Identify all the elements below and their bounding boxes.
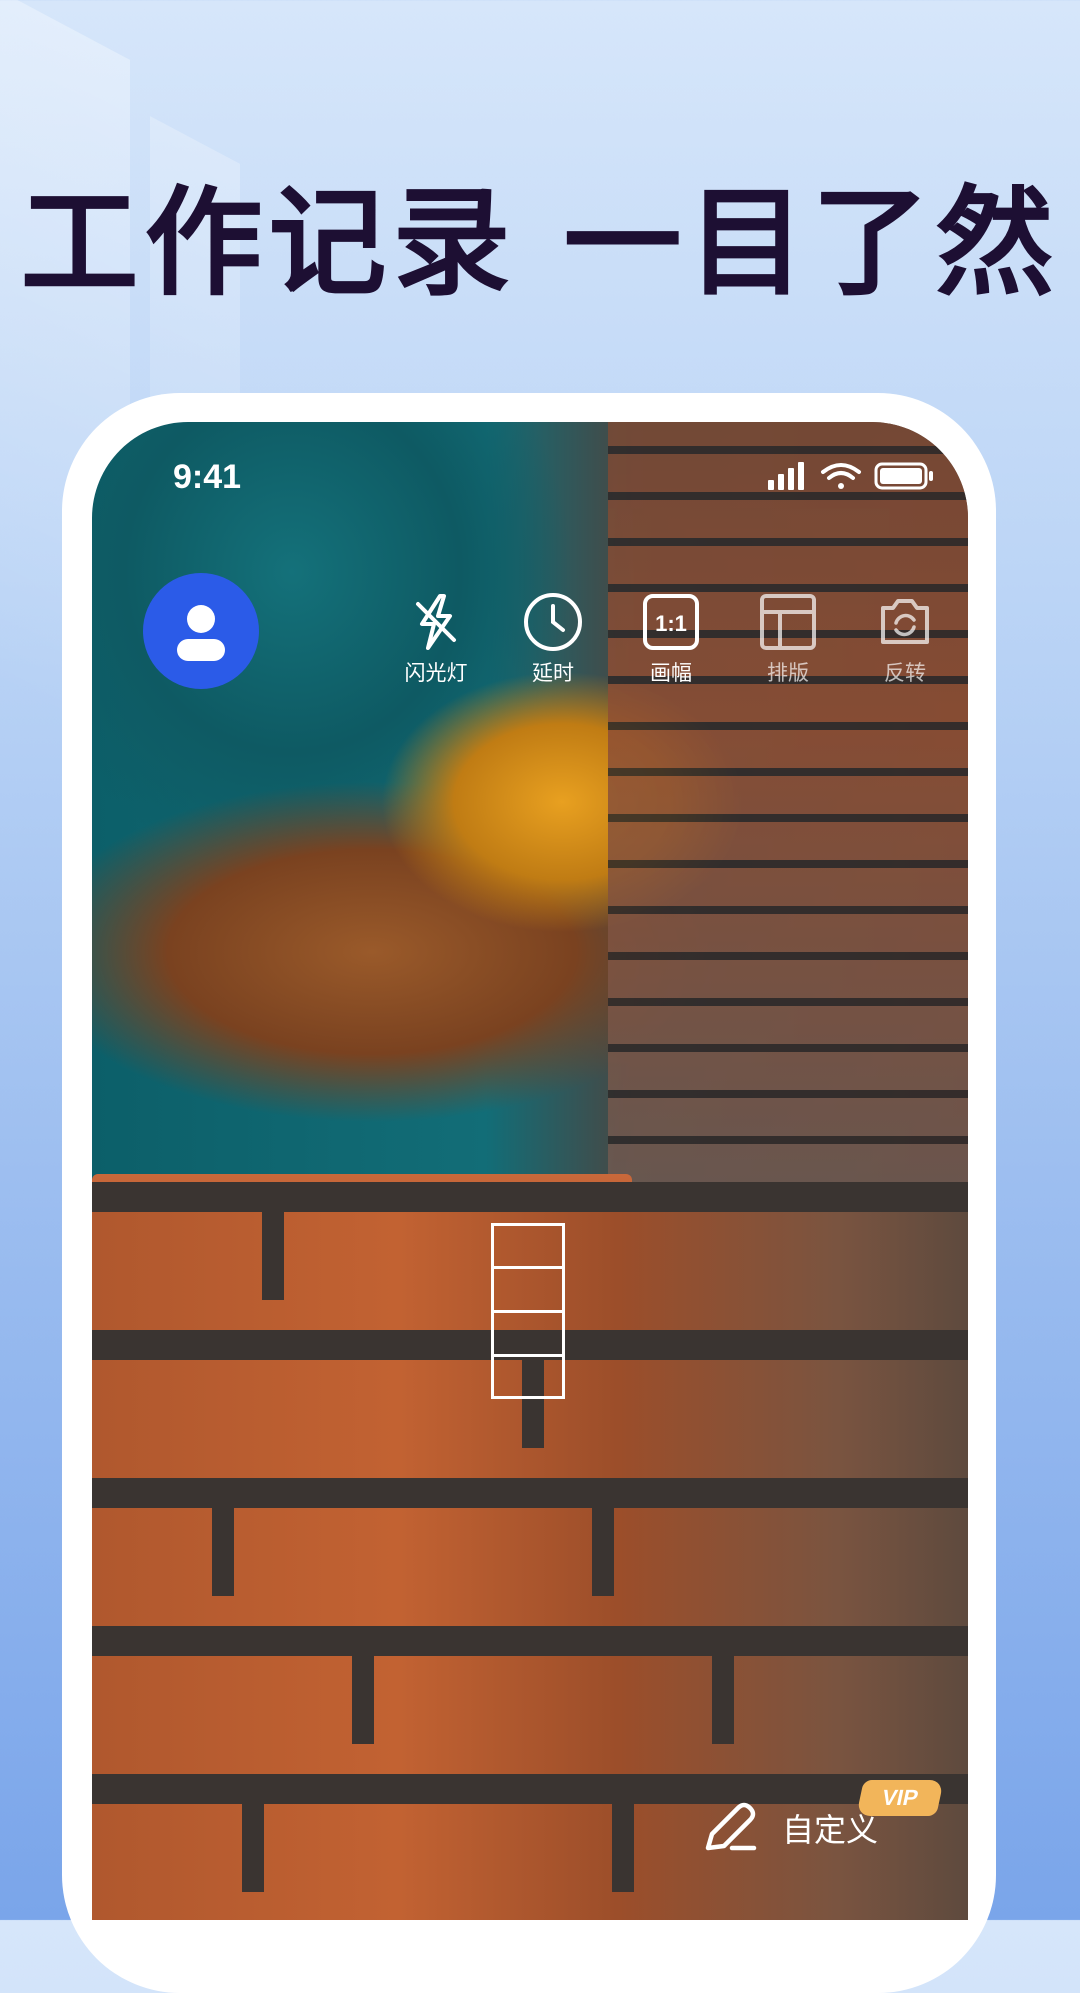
svg-text:1:1: 1:1 [655, 611, 687, 636]
level-indicator [491, 1223, 565, 1399]
flip-camera-icon [881, 599, 929, 644]
flash-button[interactable]: 闪光灯 [386, 590, 486, 700]
pen-icon [705, 1802, 757, 1851]
aspect-ratio-label: 画幅 [650, 661, 692, 685]
avatar-button[interactable] [143, 573, 259, 689]
flash-icon [416, 594, 456, 650]
cellular-signal-icon [768, 462, 804, 490]
user-avatar-icon [177, 605, 225, 661]
flip-camera-button[interactable]: 反转 [855, 590, 955, 700]
aspect-ratio-button[interactable]: 1:1 画幅 [621, 590, 721, 700]
flip-camera-label: 反转 [884, 661, 926, 685]
headline: 工作记录 一目了然 [20, 174, 1060, 312]
timer-button[interactable]: 延时 [503, 590, 603, 700]
layout-label: 排版 [767, 661, 809, 685]
vip-badge: VIP [856, 1780, 944, 1816]
wifi-icon [821, 463, 861, 489]
layout-button[interactable]: 排版 [738, 590, 838, 700]
flash-label: 闪光灯 [404, 661, 468, 685]
battery-icon [874, 462, 933, 490]
custom-button[interactable]: 自定义 VIP [670, 1780, 944, 1876]
status-icons [768, 458, 938, 499]
status-time: 9:41 [173, 458, 242, 496]
timer-label: 延时 [532, 661, 574, 685]
timer-clock-icon [524, 593, 582, 651]
brick-wall-background [608, 422, 968, 1182]
aspect-ratio-1-1-icon: 1:1 [643, 594, 699, 650]
layout-icon [760, 594, 816, 650]
